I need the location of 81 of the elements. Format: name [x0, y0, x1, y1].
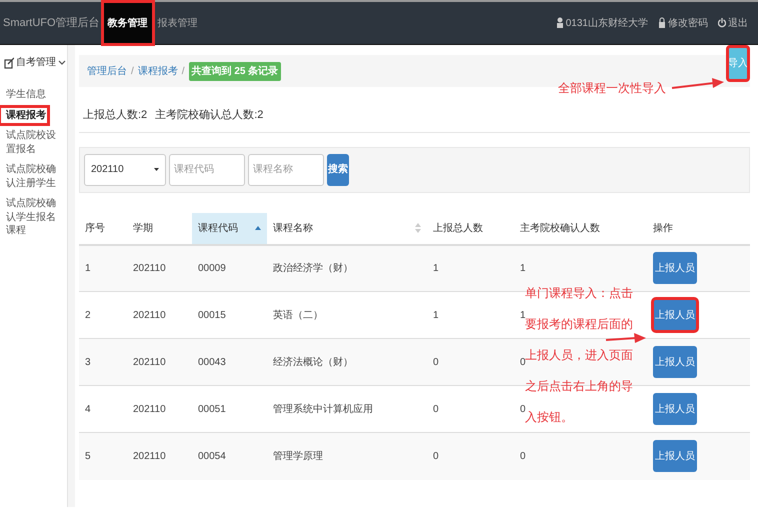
- input-field[interactable]: 课程代码: [169, 154, 245, 186]
- report-staff-button[interactable]: 上报人员: [653, 299, 697, 331]
- table-cell: 0: [433, 450, 439, 462]
- column-header: 学期: [133, 222, 153, 236]
- table-cell: 00051: [198, 404, 226, 414]
- annotation-text: 入按钮。: [525, 410, 574, 425]
- breadcrumb-separator: /: [131, 64, 134, 78]
- table-cell: 4: [85, 404, 91, 414]
- sidebar-item[interactable]: 试点院校确认注册学生: [0, 161, 67, 192]
- column-header: 主考院校确认人数: [520, 222, 600, 236]
- arrow: [672, 78, 724, 89]
- column-header: 操作: [653, 222, 673, 236]
- table-cell: 管理学原理: [273, 450, 323, 462]
- table-cell: 5: [85, 450, 91, 462]
- table-cell: 00054: [198, 450, 226, 462]
- brand-title: SmartUFO管理后台: [2, 16, 101, 31]
- search-button[interactable]: 搜索: [327, 154, 349, 186]
- breadcrumb-link[interactable]: 管理后台: [87, 64, 127, 78]
- sidebar-item[interactable]: 学生信息: [0, 86, 67, 104]
- sidebar-item[interactable]: 试点院校设置报名: [0, 127, 67, 158]
- table-cell: 00015: [198, 310, 226, 320]
- lock-icon: [658, 17, 666, 29]
- table-cell: 政治经济学（财）: [273, 262, 353, 274]
- table-cell: 00043: [198, 356, 226, 368]
- table-cell: 管理系统中计算机应用: [273, 404, 373, 414]
- record-count-badge: 共查询到 25 条记录: [188, 62, 282, 80]
- sort-icon: [415, 223, 421, 233]
- report-staff-button[interactable]: 上报人员: [653, 252, 697, 284]
- annotation-text: 上报人员，进入页面: [525, 347, 633, 362]
- annotation-text: 单门课程导入：点击: [525, 285, 633, 301]
- summary-text: 主考院校确认总人数:2: [155, 108, 264, 123]
- table-cell: 0: [433, 404, 439, 414]
- breadcrumb-separator: /: [182, 64, 185, 78]
- table-cell: 1: [85, 262, 91, 274]
- nav-link[interactable]: 0131山东财经大学: [566, 16, 648, 30]
- breadcrumb-link[interactable]: 课程报考: [138, 64, 178, 78]
- table-cell: 1: [520, 262, 526, 274]
- table-cell: 1: [433, 310, 439, 320]
- annotation-text: 之后点击右上角的导: [525, 378, 633, 394]
- nav-tab[interactable]: 报表管理: [152, 2, 203, 44]
- table-cell: 202110: [133, 404, 166, 414]
- report-staff-button[interactable]: 上报人员: [653, 393, 697, 425]
- sidebar-group-title[interactable]: 自考管理: [16, 55, 56, 70]
- table-cell: 0: [520, 356, 526, 368]
- arrow: [606, 333, 646, 343]
- sort-ascending-icon: [255, 226, 261, 230]
- table-cell: 0: [520, 450, 526, 462]
- column-header[interactable]: 课程名称: [273, 220, 313, 236]
- table-cell: 2: [85, 310, 91, 320]
- annotation-text: 全部课程一次性导入: [558, 80, 666, 96]
- term-select[interactable]: 202110: [84, 154, 166, 186]
- table-cell: 202110: [133, 262, 166, 274]
- table-cell: 00009: [198, 262, 226, 274]
- sidebar-item[interactable]: 课程报考: [0, 106, 48, 124]
- nav-link[interactable]: 修改密码: [668, 16, 708, 30]
- column-header: 序号: [85, 222, 105, 236]
- table-cell: 0: [520, 404, 526, 414]
- report-staff-button[interactable]: 上报人员: [653, 346, 697, 378]
- column-header[interactable]: 课程代码: [198, 220, 238, 236]
- table-cell: 202110: [133, 450, 166, 462]
- nav-tab[interactable]: 教务管理: [102, 2, 153, 44]
- table-cell: 0: [433, 356, 439, 368]
- column-header-cell[interactable]: 课程代码: [192, 212, 267, 244]
- table-cell: 经济法概论（财）: [273, 356, 353, 368]
- edit-icon: [4, 56, 14, 68]
- table-cell: 1: [433, 262, 439, 274]
- table-cell: 202110: [133, 310, 166, 320]
- sidebar-item[interactable]: 试点院校确认学生报名课程: [0, 195, 67, 240]
- annotation-text: 要报考的课程后面的: [525, 317, 633, 332]
- user-icon: [556, 17, 564, 29]
- table-cell: 1: [520, 310, 526, 320]
- nav-link[interactable]: 退出: [728, 16, 748, 30]
- report-staff-button[interactable]: 上报人员: [653, 440, 697, 472]
- table-cell: 英语（二）: [273, 310, 323, 320]
- caret-icon: [154, 168, 159, 171]
- power-icon: [718, 17, 726, 29]
- table-cell: 3: [85, 356, 91, 368]
- summary-text: 上报总人数:2: [83, 108, 148, 123]
- table-cell: 202110: [133, 356, 166, 368]
- column-header: 上报总人数: [433, 222, 483, 236]
- input-field[interactable]: 课程名称: [248, 154, 324, 186]
